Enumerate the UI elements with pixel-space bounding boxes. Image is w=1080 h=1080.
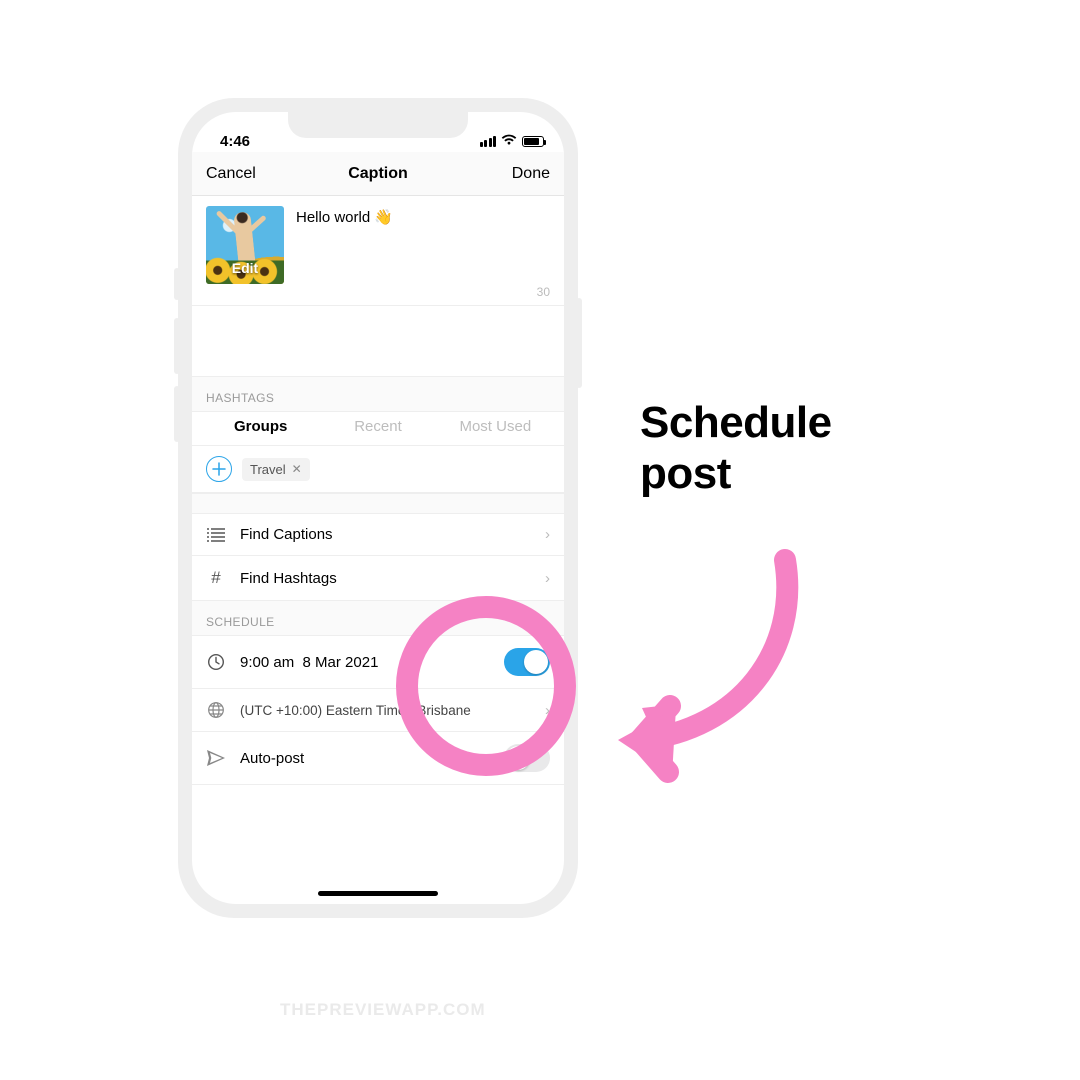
list-icon — [206, 528, 226, 542]
clock-icon — [206, 653, 226, 671]
caption-input[interactable]: Hello world 👋 — [296, 206, 550, 301]
edit-photo-button[interactable]: Edit — [206, 260, 284, 276]
chevron-right-icon: › — [545, 570, 550, 587]
caption-area: Edit Hello world 👋 30 — [192, 196, 564, 306]
hashtag-counter: 30 — [537, 285, 550, 299]
find-captions-label: Find Captions — [240, 526, 531, 543]
nav-bar: Cancel Caption Done — [192, 152, 564, 196]
cancel-button[interactable]: Cancel — [206, 165, 266, 183]
chevron-right-icon: › — [545, 702, 550, 719]
schedule-section-label: SCHEDULE — [192, 601, 564, 635]
globe-icon — [206, 701, 226, 719]
done-button[interactable]: Done — [490, 165, 550, 183]
autopost-row[interactable]: Auto-post — [192, 732, 564, 785]
status-time: 4:46 — [220, 133, 250, 150]
home-indicator — [318, 891, 438, 896]
callout-text: Schedule post — [640, 398, 832, 499]
phone-screen: 4:46 Cancel Caption Done Edit — [192, 112, 564, 904]
schedule-time-label: 9:00 am 8 Mar 2021 — [240, 654, 490, 671]
find-captions-row[interactable]: Find Captions › — [192, 513, 564, 556]
post-thumbnail[interactable]: Edit — [206, 206, 284, 284]
hashtags-section-label: HASHTAGS — [192, 376, 564, 411]
hashtag-tabs: Groups Recent Most Used — [192, 411, 564, 446]
battery-icon — [522, 136, 544, 147]
remove-chip-icon[interactable]: ✕ — [292, 462, 302, 476]
status-icons — [480, 133, 545, 150]
timezone-label: (UTC +10:00) Eastern Time - Brisbane — [240, 703, 531, 718]
wifi-icon — [501, 133, 517, 150]
phone-frame: 4:46 Cancel Caption Done Edit — [178, 98, 578, 918]
timezone-row[interactable]: (UTC +10:00) Eastern Time - Brisbane › — [192, 689, 564, 732]
schedule-toggle[interactable] — [504, 648, 550, 676]
find-hashtags-row[interactable]: # Find Hashtags › — [192, 556, 564, 601]
autopost-toggle[interactable] — [504, 744, 550, 772]
cell-signal-icon — [480, 136, 497, 147]
add-hashtag-group-button[interactable] — [206, 456, 232, 482]
notch — [288, 112, 468, 138]
tab-recent[interactable]: Recent — [319, 418, 436, 435]
hashtag-chips-row: Travel ✕ — [192, 446, 564, 493]
tab-most-used[interactable]: Most Used — [437, 418, 554, 435]
hashtag-chip-label: Travel — [250, 462, 286, 477]
tab-groups[interactable]: Groups — [202, 418, 319, 435]
find-hashtags-label: Find Hashtags — [240, 570, 531, 587]
autopost-label: Auto-post — [240, 750, 490, 767]
watermark: THEPREVIEWAPP.COM — [280, 1000, 486, 1020]
send-icon — [206, 750, 226, 766]
hashtag-icon: # — [206, 568, 226, 588]
schedule-time-row[interactable]: 9:00 am 8 Mar 2021 — [192, 635, 564, 689]
annotation-arrow — [560, 530, 820, 790]
chevron-right-icon: › — [545, 526, 550, 543]
page-title: Caption — [266, 165, 490, 183]
hashtag-chip-travel[interactable]: Travel ✕ — [242, 458, 310, 481]
